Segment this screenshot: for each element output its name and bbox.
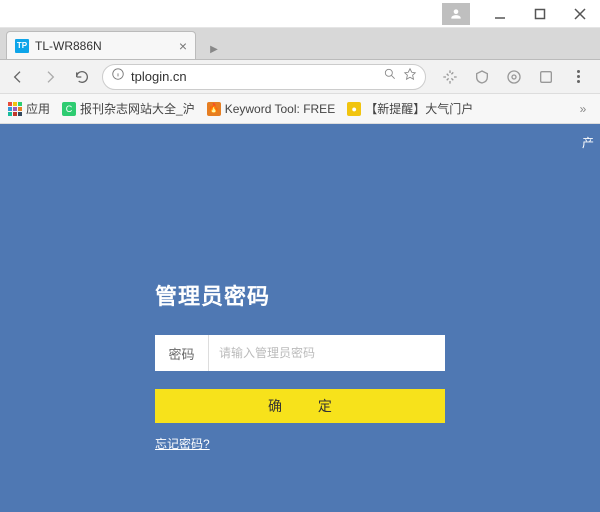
- address-bar: tplogin.cn: [0, 60, 600, 94]
- bookmark-label: Keyword Tool: FREE: [225, 102, 336, 116]
- tab-strip: TP TL-WR886N × ▶: [0, 28, 600, 60]
- site-info-icon[interactable]: [111, 67, 125, 86]
- bookmark-label: 报刊杂志网站大全_沪: [80, 100, 195, 117]
- ext-icon-2[interactable]: [470, 65, 494, 89]
- bookmarks-bar: 应用 C 报刊杂志网站大全_沪 🔥 Keyword Tool: FREE ● 【…: [0, 94, 600, 124]
- search-in-page-icon[interactable]: [383, 67, 397, 86]
- bookmark-item-1[interactable]: C 报刊杂志网站大全_沪: [62, 100, 195, 117]
- bookmarks-overflow-button[interactable]: »: [574, 102, 592, 116]
- password-input[interactable]: [209, 335, 445, 371]
- login-panel: 管理员密码 密码 确 定 忘记密码?: [155, 279, 445, 453]
- page-corner-text: 产: [582, 134, 594, 151]
- ext-icon-1[interactable]: [438, 65, 462, 89]
- back-button[interactable]: [6, 65, 30, 89]
- ext-icon-4[interactable]: [534, 65, 558, 89]
- tab-favicon: TP: [15, 39, 29, 53]
- window-close-button[interactable]: [560, 0, 600, 28]
- reload-button[interactable]: [70, 65, 94, 89]
- window-titlebar: [0, 0, 600, 28]
- bookmark-favicon-3: ●: [347, 102, 361, 116]
- tab-title: TL-WR886N: [35, 39, 173, 53]
- ext-icon-3[interactable]: [502, 65, 526, 89]
- forgot-password-link[interactable]: 忘记密码?: [155, 437, 210, 451]
- new-tab-button[interactable]: ▶: [202, 39, 226, 59]
- url-text: tplogin.cn: [131, 69, 377, 84]
- chrome-menu-button[interactable]: [566, 65, 590, 89]
- user-badge-icon[interactable]: [442, 3, 470, 25]
- url-field[interactable]: tplogin.cn: [102, 64, 426, 90]
- forward-button[interactable]: [38, 65, 62, 89]
- bookmark-favicon-1: C: [62, 102, 76, 116]
- bookmark-item-3[interactable]: ● 【新提醒】大气门户: [347, 100, 473, 117]
- submit-button[interactable]: 确 定: [155, 389, 445, 423]
- bookmark-favicon-2: 🔥: [207, 102, 221, 116]
- password-label: 密码: [155, 335, 209, 371]
- apps-label: 应用: [26, 100, 50, 117]
- bookmark-item-2[interactable]: 🔥 Keyword Tool: FREE: [207, 102, 336, 116]
- password-row: 密码: [155, 335, 445, 371]
- apps-shortcut[interactable]: 应用: [8, 100, 50, 117]
- browser-tab[interactable]: TP TL-WR886N ×: [6, 31, 196, 59]
- bookmark-star-icon[interactable]: [403, 67, 417, 86]
- bookmark-label: 【新提醒】大气门户: [365, 100, 473, 117]
- close-icon[interactable]: ×: [179, 38, 187, 54]
- window-maximize-button[interactable]: [520, 0, 560, 28]
- window-minimize-button[interactable]: [480, 0, 520, 28]
- page-heading: 管理员密码: [155, 279, 445, 311]
- page-viewport: 产 管理员密码 密码 确 定 忘记密码?: [0, 124, 600, 512]
- apps-icon: [8, 102, 22, 116]
